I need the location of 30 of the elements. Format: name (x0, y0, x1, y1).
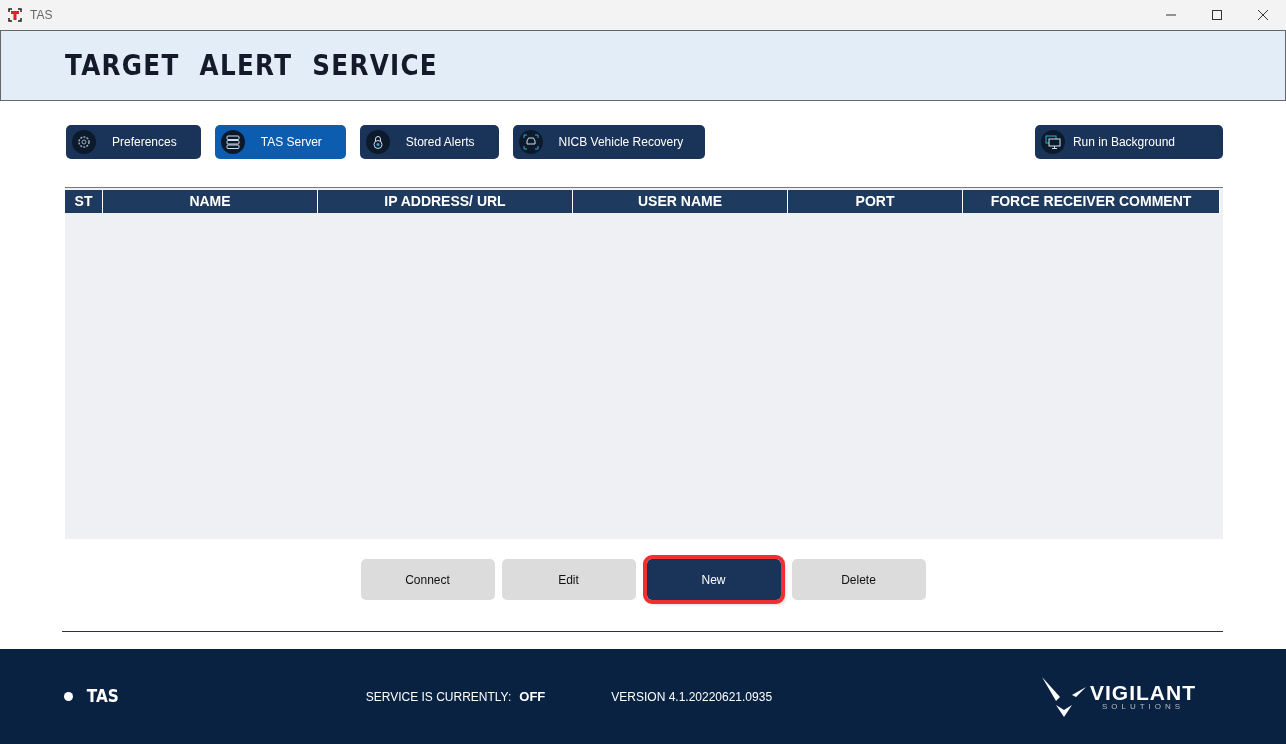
logo-wordmark: VIGILANT (1090, 682, 1196, 703)
service-status-value: OFF (519, 687, 546, 706)
window-title: TAS (30, 7, 53, 24)
bullet-icon (64, 692, 73, 701)
gear-icon (76, 134, 92, 150)
logo-subtitle: SOLUTIONS (1101, 703, 1185, 711)
service-status-label: SERVICE IS CURRENTLY: (365, 688, 512, 706)
app-icon (8, 8, 22, 22)
monitor-icon (1044, 134, 1061, 150)
chevron-logo-icon (1042, 676, 1088, 717)
action-button[interactable]: Connect (360, 559, 495, 600)
action-button[interactable]: Edit (501, 559, 636, 600)
column-header: USER NAME (573, 190, 788, 213)
maximize-icon (1212, 10, 1222, 20)
run-in-background-button[interactable]: Run in Background (1034, 125, 1223, 159)
nav-tab[interactable]: NICB Vehicle Recovery (512, 125, 706, 159)
close-icon (1258, 10, 1268, 20)
column-header: IP ADDRESS/ URL (318, 190, 573, 213)
nav-tab[interactable]: Stored Alerts (359, 125, 499, 159)
server-icon (224, 134, 241, 150)
footer-app-name: TAS (86, 684, 119, 708)
version-text: VERSION 4.1.20220621.0935 (611, 688, 773, 706)
column-header: PORT (788, 190, 963, 213)
app-title: TARGET ALERT SERVICE (65, 46, 438, 84)
nav-tab[interactable]: Preferences (66, 125, 201, 159)
column-header: NAME (103, 190, 318, 213)
column-header: ST (65, 190, 103, 213)
nav-tab[interactable]: TAS Server (214, 125, 346, 159)
column-header: FORCE RECEIVER COMMENT (963, 190, 1220, 213)
action-button[interactable]: Delete (791, 559, 926, 600)
